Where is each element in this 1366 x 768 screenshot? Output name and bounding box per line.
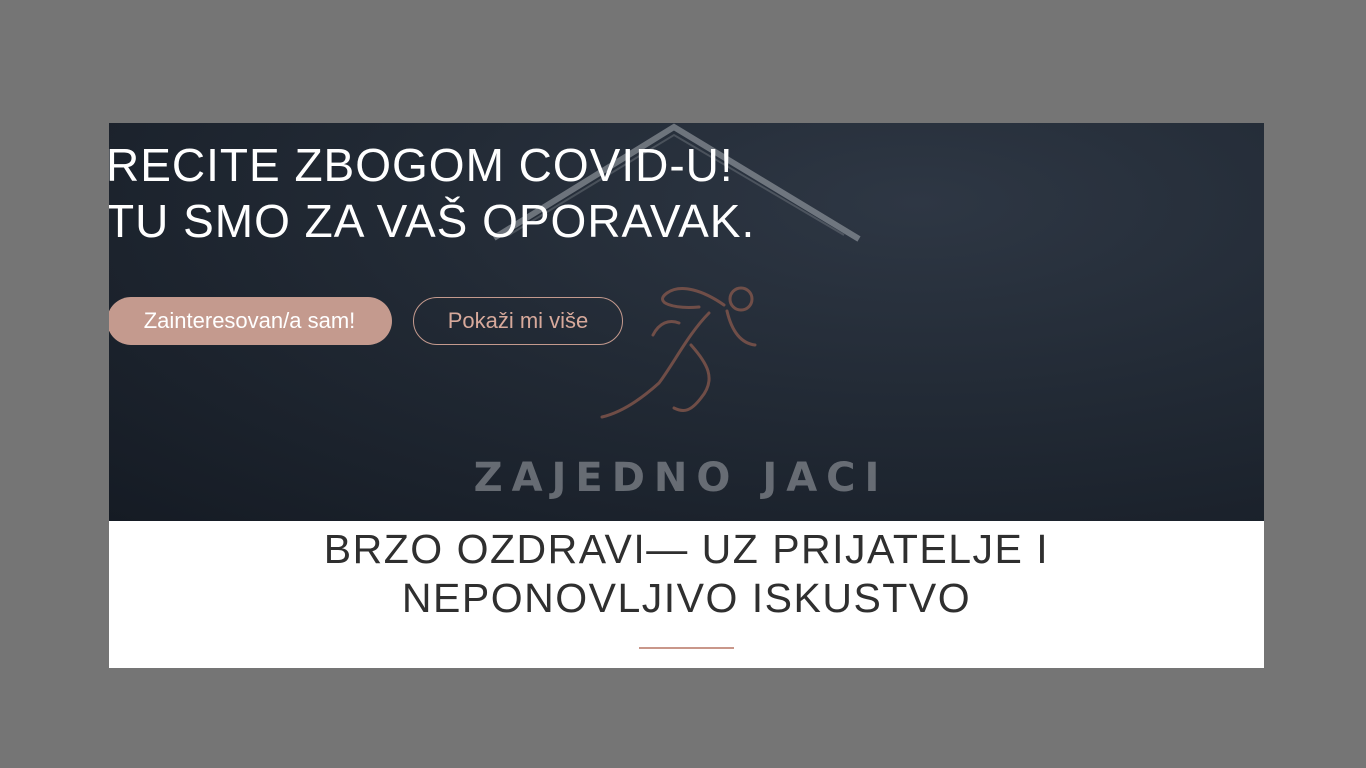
section-title-line-1: BRZO OZDRAVI— UZ PRIJATELJE I	[323, 526, 1050, 572]
section-title-line-2: NEPONOVLJIVO ISKUSTVO	[401, 575, 972, 621]
section-title: BRZO OZDRAVI— UZ PRIJATELJE I NEPONOVLJI…	[109, 525, 1264, 623]
intro-section: BRZO OZDRAVI— UZ PRIJATELJE I NEPONOVLJI…	[109, 521, 1264, 668]
page-frame: ZAJEDNO JACI RECITE ZBOGOM COVID-U! TU S…	[109, 123, 1264, 668]
hero-title-line-1: RECITE ZBOGOM COVID-U!	[109, 139, 734, 191]
hero-title-line-2: TU SMO ZA VAŠ OPORAVAK.	[109, 195, 756, 247]
hero-title: RECITE ZBOGOM COVID-U! TU SMO ZA VAŠ OPO…	[109, 137, 755, 249]
accent-divider	[639, 647, 734, 649]
logo-text: ZAJEDNO JACI	[474, 455, 889, 501]
interested-button[interactable]: Zainteresovan/a sam!	[109, 297, 392, 345]
hero-banner: ZAJEDNO JACI RECITE ZBOGOM COVID-U! TU S…	[109, 123, 1264, 521]
show-more-button[interactable]: Pokaži mi više	[413, 297, 623, 345]
